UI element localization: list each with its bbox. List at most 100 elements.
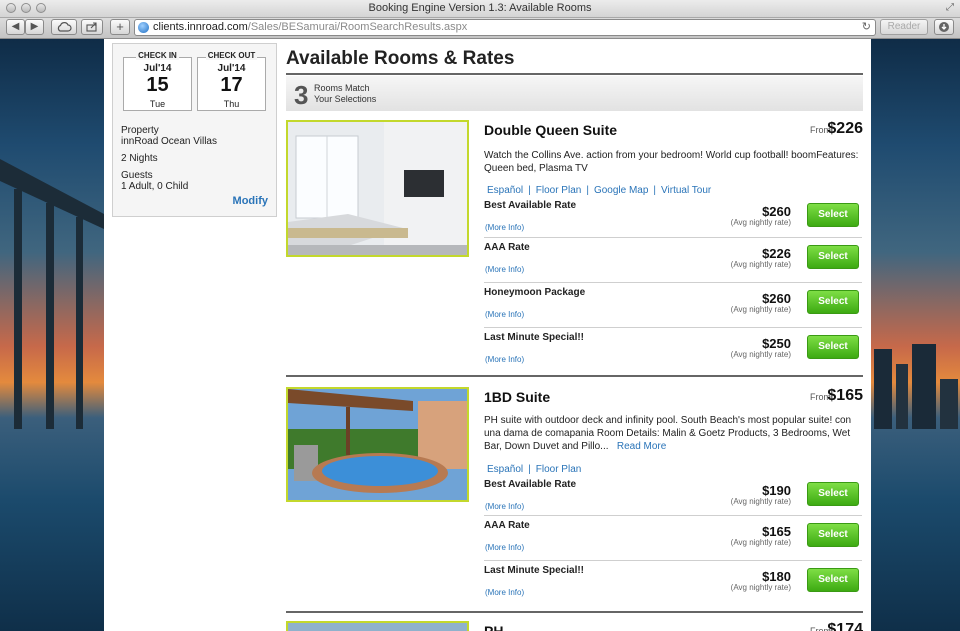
- match-summary: 3 Rooms Match Your Selections: [286, 76, 863, 111]
- more-info-link[interactable]: (More Info): [485, 502, 524, 511]
- match-line-1: Rooms Match: [314, 83, 370, 93]
- add-bookmark-button[interactable]: +: [110, 19, 130, 35]
- nights-count: 2 Nights: [121, 153, 158, 164]
- select-button[interactable]: Select: [807, 523, 859, 547]
- check-in-month: Jul'14: [143, 63, 172, 74]
- icloud-tabs-button[interactable]: [51, 19, 77, 35]
- back-button[interactable]: ◀: [6, 19, 25, 35]
- check-out-box: CHECK OUT Jul'14 17 Thu: [197, 51, 266, 111]
- avg-nightly-label: (Avg nightly rate): [730, 497, 791, 506]
- page-title: Available Rooms & Rates: [286, 48, 515, 69]
- avg-nightly-label: (Avg nightly rate): [730, 305, 791, 314]
- share-icon: [86, 22, 97, 32]
- from-price: $165: [827, 387, 863, 404]
- rate-name: Best Available Rate: [484, 200, 577, 211]
- rate-price: $260: [762, 291, 791, 306]
- check-in-label: CHECK IN: [136, 51, 179, 60]
- url-host: clients.innroad.com: [153, 21, 248, 33]
- check-out-label-wrap: CHECK OUT: [198, 51, 265, 60]
- rate-price: $250: [762, 336, 791, 351]
- fullscreen-icon[interactable]: ⤢: [946, 2, 954, 13]
- rate-divider: [484, 327, 862, 328]
- match-count: 3: [294, 80, 309, 110]
- room-name: PH: [484, 623, 504, 631]
- forward-button[interactable]: ▶: [25, 19, 44, 35]
- rate-price: $226: [762, 246, 791, 261]
- avg-nightly-label: (Avg nightly rate): [730, 260, 791, 269]
- rate-name: Last Minute Special!!: [484, 332, 585, 343]
- modify-link[interactable]: Modify: [233, 195, 268, 207]
- room-photo[interactable]: [286, 387, 469, 502]
- room-card: 1BD Suite From $165 PH suite with outdoo…: [286, 387, 863, 612]
- rate-row: Last Minute Special!! (More Info) $180 (…: [484, 560, 862, 604]
- property-label: Property: [121, 125, 159, 136]
- more-info-link[interactable]: (More Info): [485, 588, 524, 597]
- rate-divider: [484, 237, 862, 238]
- guests-label: Guests: [121, 170, 153, 181]
- guests-value: 1 Adult, 0 Child: [121, 181, 189, 192]
- more-info-link[interactable]: (More Info): [485, 543, 524, 552]
- check-in-day: 15: [146, 74, 169, 96]
- room-description: Watch the Collins Ave. action from your …: [484, 150, 859, 174]
- room-photo[interactable]: [286, 621, 469, 631]
- room-divider: [286, 611, 863, 613]
- globe-icon: [138, 22, 149, 33]
- address-text: clients.innroad.com/Sales/BESamurai/Room…: [153, 20, 467, 35]
- rate-row: Honeymoon Package (More Info) $260 (Avg …: [484, 282, 862, 326]
- avg-nightly-label: (Avg nightly rate): [730, 350, 791, 359]
- check-in-dow: Tue: [149, 99, 166, 109]
- window-titlebar: Booking Engine Version 1.3: Available Ro…: [0, 0, 960, 18]
- select-button[interactable]: Select: [807, 290, 859, 314]
- check-out-day: 17: [220, 74, 243, 96]
- avg-nightly-label: (Avg nightly rate): [730, 538, 791, 547]
- rate-name: Best Available Rate: [484, 479, 577, 490]
- more-info-link[interactable]: (More Info): [485, 355, 524, 364]
- room-description: PH suite with outdoor deck and infinity …: [484, 414, 862, 453]
- rate-row: Best Available Rate (More Info) $260 (Av…: [484, 195, 862, 239]
- check-out-label: CHECK OUT: [205, 51, 258, 60]
- select-button[interactable]: Select: [807, 482, 859, 506]
- check-out-month: Jul'14: [217, 63, 246, 74]
- rate-row: Best Available Rate (More Info) $190 (Av…: [484, 474, 862, 518]
- room-divider: [286, 375, 863, 377]
- heading-divider: [286, 73, 863, 75]
- read-more-link[interactable]: Read More: [617, 441, 666, 452]
- check-in-label-wrap: CHECK IN: [124, 51, 191, 60]
- room-name: 1BD Suite: [484, 389, 551, 405]
- select-button[interactable]: Select: [807, 203, 859, 227]
- url-path: /Sales/BESamurai/RoomSearchResults.aspx: [247, 21, 468, 33]
- address-bar[interactable]: clients.innroad.com/Sales/BESamurai/Room…: [134, 19, 876, 36]
- select-button[interactable]: Select: [807, 568, 859, 592]
- patio-photo-illustration: [288, 389, 467, 500]
- download-icon: [939, 22, 949, 32]
- rate-row: Last Minute Special!! (More Info) $250 (…: [484, 327, 862, 371]
- check-in-box: CHECK IN Jul'14 15 Tue: [123, 51, 192, 111]
- select-button[interactable]: Select: [807, 335, 859, 359]
- select-button[interactable]: Select: [807, 245, 859, 269]
- share-button[interactable]: [81, 19, 103, 35]
- downloads-button[interactable]: [934, 19, 954, 35]
- reader-button[interactable]: Reader: [880, 19, 928, 35]
- rate-price: $180: [762, 569, 791, 584]
- rate-divider: [484, 515, 862, 516]
- rate-row: AAA Rate (More Info) $226 (Avg nightly r…: [484, 237, 862, 281]
- reload-icon[interactable]: ↻: [862, 20, 871, 35]
- rate-row: AAA Rate (More Info) $165 (Avg nightly r…: [484, 515, 862, 559]
- bedroom-photo-illustration: [288, 122, 467, 255]
- booking-page: CHECK IN Jul'14 15 Tue CHECK OUT Jul'14 …: [104, 39, 871, 631]
- rate-price: $165: [762, 524, 791, 539]
- rate-divider: [484, 560, 862, 561]
- rate-name: AAA Rate: [484, 520, 530, 531]
- more-info-link[interactable]: (More Info): [485, 223, 524, 232]
- room-name: Double Queen Suite: [484, 122, 618, 138]
- stay-summary-panel: CHECK IN Jul'14 15 Tue CHECK OUT Jul'14 …: [112, 43, 277, 217]
- more-info-link[interactable]: (More Info): [485, 265, 524, 274]
- from-price: $226: [827, 120, 863, 137]
- room-photo[interactable]: [286, 120, 469, 257]
- rate-name: AAA Rate: [484, 242, 530, 253]
- match-text: Rooms Match Your Selections: [314, 83, 376, 105]
- from-price: $174: [827, 621, 863, 631]
- rate-name: Last Minute Special!!: [484, 565, 585, 576]
- avg-nightly-label: (Avg nightly rate): [730, 583, 791, 592]
- more-info-link[interactable]: (More Info): [485, 310, 524, 319]
